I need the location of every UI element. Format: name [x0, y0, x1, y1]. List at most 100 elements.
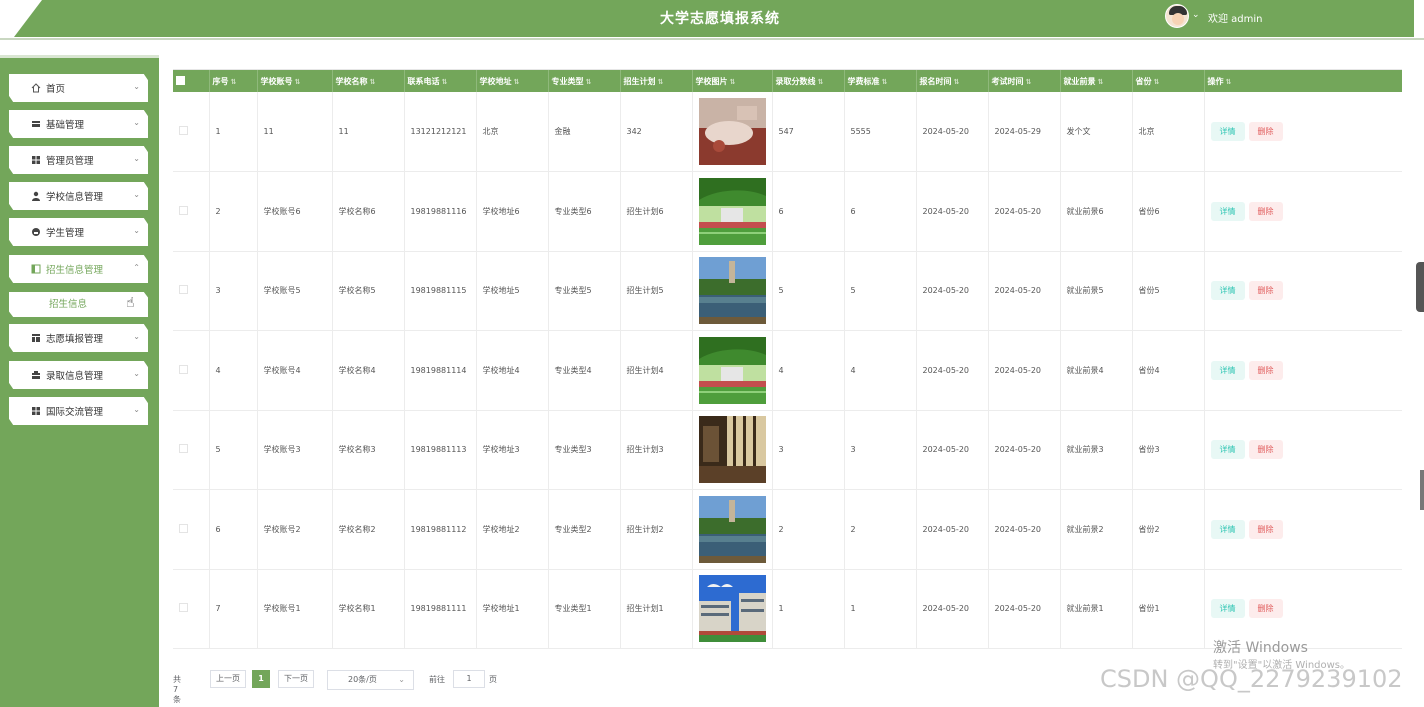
scrollbar-handle[interactable]: [1416, 262, 1424, 312]
school-image-lake-tower[interactable]: [698, 495, 766, 563]
detail-button[interactable]: 详情: [1210, 201, 1245, 221]
column-header[interactable]: 序号 ⇅: [209, 70, 258, 92]
column-header[interactable]: 省份 ⇅: [1132, 70, 1205, 92]
column-header[interactable]: 考试时间 ⇅: [988, 70, 1061, 92]
column-header[interactable]: 操作 ⇅: [1204, 70, 1402, 92]
row-checkbox[interactable]: [179, 364, 188, 374]
sidebar-item-6[interactable]: 志愿填报管理 ⌄: [9, 324, 148, 352]
delete-button[interactable]: 删除: [1248, 440, 1283, 460]
delete-button[interactable]: 删除: [1248, 360, 1283, 380]
school-image-campus-building[interactable]: [698, 575, 766, 643]
prev-page-button[interactable]: 上一页: [210, 670, 246, 688]
cell-score: 5: [772, 251, 845, 331]
detail-button[interactable]: 详情: [1210, 440, 1245, 460]
school-image-dorm-room[interactable]: [698, 98, 766, 165]
select-all-checkbox[interactable]: [176, 75, 185, 85]
sidebar-item-5[interactable]: 招生信息管理 ⌃: [9, 255, 148, 283]
student-icon: [31, 227, 41, 237]
detail-button[interactable]: 详情: [1210, 360, 1245, 380]
delete-button[interactable]: 删除: [1248, 122, 1283, 141]
detail-button[interactable]: 详情: [1210, 599, 1245, 619]
sort-icon[interactable]: ⇅: [231, 78, 237, 86]
sidebar-item-label: 学校信息管理: [46, 192, 104, 203]
school-image-campus-field[interactable]: [698, 336, 766, 404]
row-checkbox[interactable]: [179, 444, 188, 454]
column-header[interactable]: 学校名称 ⇅: [332, 70, 405, 92]
column-header[interactable]: 就业前景 ⇅: [1060, 70, 1133, 92]
row-checkbox[interactable]: [179, 126, 188, 135]
sort-icon[interactable]: ⇅: [658, 78, 664, 86]
cell-name: 学校名称3: [332, 410, 405, 490]
column-header[interactable]: 学校图片 ⇅: [692, 70, 773, 92]
sort-icon[interactable]: ⇅: [295, 78, 301, 86]
column-header[interactable]: 联系电话 ⇅: [404, 70, 477, 92]
sort-icon[interactable]: ⇅: [730, 78, 736, 86]
sort-icon[interactable]: ⇅: [514, 78, 520, 86]
row-checkbox[interactable]: [179, 205, 188, 215]
goto-page-input[interactable]: 1: [453, 670, 485, 688]
column-header[interactable]: 学校账号 ⇅: [257, 70, 333, 92]
cell-image: [692, 410, 773, 490]
sort-icon[interactable]: ⇅: [442, 78, 448, 86]
cell-phone: 19819881116: [404, 171, 477, 252]
sort-icon[interactable]: ⇅: [1098, 78, 1104, 86]
cell-account: 学校账号1: [257, 569, 333, 649]
sort-icon[interactable]: ⇅: [1226, 78, 1232, 86]
column-header[interactable]: 招生计划 ⇅: [620, 70, 693, 92]
sidebar-item-7[interactable]: 录取信息管理 ⌄: [9, 361, 148, 389]
sidebar-item-8[interactable]: 国际交流管理 ⌄: [9, 397, 148, 425]
column-header[interactable]: 学校地址 ⇅: [476, 70, 549, 92]
sort-icon[interactable]: ⇅: [370, 78, 376, 86]
sidebar-item-3[interactable]: 学校信息管理 ⌄: [9, 182, 148, 210]
row-checkbox[interactable]: [179, 603, 188, 613]
column-header[interactable]: 专业类型 ⇅: [548, 70, 621, 92]
welcome-text[interactable]: 欢迎 admin: [1208, 10, 1263, 25]
sidebar-item-1[interactable]: 基础管理 ⌄: [9, 110, 148, 138]
cell-prospect: 发个文: [1060, 92, 1133, 172]
table-body: 1 11 11 13121212121 北京 金融 342 547 5555 2024-05-20…: [173, 92, 1402, 649]
delete-button[interactable]: 删除: [1248, 201, 1283, 221]
delete-button[interactable]: 删除: [1248, 599, 1283, 619]
column-header-label: 学校地址: [479, 76, 512, 86]
column-header[interactable]: 报名时间 ⇅: [916, 70, 989, 92]
cell-exam: 2024-05-29: [988, 92, 1061, 172]
next-page-button[interactable]: 下一页: [278, 670, 314, 688]
scrollbar-track[interactable]: [1420, 470, 1424, 510]
sort-icon[interactable]: ⇅: [818, 78, 824, 86]
sidebar-item-0[interactable]: 首页 ⌄: [9, 74, 148, 102]
delete-button[interactable]: 删除: [1248, 519, 1283, 539]
chevron-down-icon: ⌄: [133, 226, 140, 235]
row-checkbox[interactable]: [179, 285, 188, 295]
sidebar-item-label: 录取信息管理: [46, 371, 104, 382]
cell-name: 学校名称2: [332, 489, 405, 570]
sidebar-item-2[interactable]: 管理员管理 ⌄: [9, 146, 148, 174]
detail-button[interactable]: 详情: [1210, 519, 1245, 539]
delete-button[interactable]: 删除: [1248, 281, 1283, 301]
detail-button[interactable]: 详情: [1210, 122, 1245, 141]
sort-icon[interactable]: ⇅: [1026, 78, 1032, 86]
school-image-library-hall[interactable]: [698, 416, 766, 484]
current-page-button[interactable]: 1: [252, 670, 270, 688]
sort-icon[interactable]: ⇅: [586, 78, 592, 86]
school-image-lake-tower[interactable]: [698, 257, 766, 325]
sidebar-item-4[interactable]: 学生管理 ⌄: [9, 218, 148, 246]
sort-icon[interactable]: ⇅: [954, 78, 960, 86]
cell-image: [692, 171, 773, 252]
user-avatar[interactable]: [1165, 4, 1189, 28]
sort-icon[interactable]: ⇅: [882, 78, 888, 86]
sort-icon[interactable]: ⇅: [1154, 78, 1160, 86]
row-checkbox[interactable]: [179, 523, 188, 533]
column-header-label: 招生计划: [623, 76, 656, 86]
column-header[interactable]: 录取分数线 ⇅: [772, 70, 845, 92]
column-header[interactable]: 学费标准 ⇅: [844, 70, 917, 92]
csdn-watermark: CSDN @QQ_2279239102: [1100, 665, 1403, 693]
column-header-label: 学费标准: [847, 76, 880, 86]
detail-button[interactable]: 详情: [1210, 281, 1245, 301]
row-select-cell: [173, 330, 210, 411]
school-image-campus-field[interactable]: [698, 177, 766, 245]
cell-signup: 2024-05-20: [916, 410, 989, 490]
page-size-select[interactable]: 20条/页 ⌄: [327, 670, 414, 690]
sidebar-item-label: 管理员管理: [46, 156, 94, 167]
cell-address: 北京: [476, 92, 549, 172]
chevron-down-icon[interactable]: ⌄: [1192, 10, 1200, 20]
